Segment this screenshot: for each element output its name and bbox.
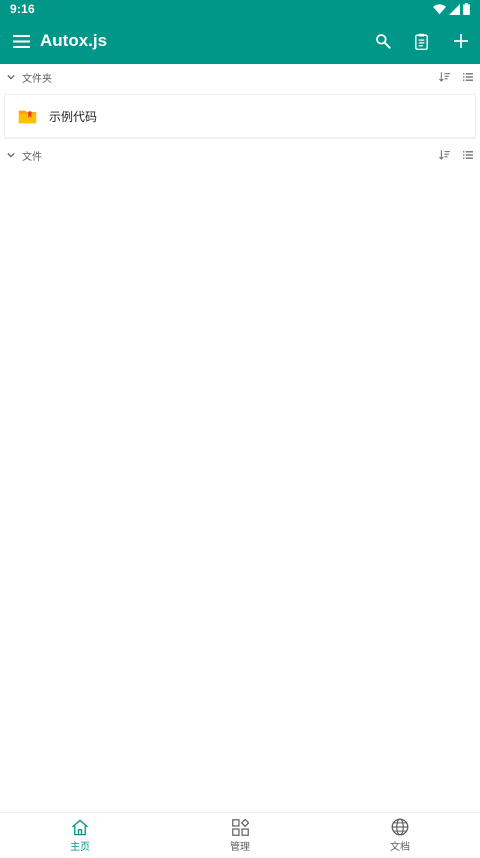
nav-item-manage[interactable]: 管理 [160,813,320,858]
list-view-button[interactable] [456,64,480,90]
bottom-nav: 主页 管理 文档 [0,812,480,858]
chevron-down-icon[interactable] [0,74,22,80]
section-header-folders[interactable]: 文件夹 [0,64,480,90]
add-button[interactable] [441,18,480,64]
battery-icon [463,3,470,15]
home-icon [72,819,88,835]
app-title: Autox.js [40,31,108,50]
add-icon [453,34,468,48]
status-bar: 9:16 [0,0,480,18]
grid-icon [231,818,249,836]
sort-icon [438,150,450,160]
sort-button[interactable] [432,142,456,168]
section-title: 文件 [22,151,42,163]
list-view-button[interactable] [456,142,480,168]
status-time: 9:16 [10,2,35,16]
clipboard-icon [415,33,428,50]
sort-icon [438,72,450,82]
globe-icon [391,818,409,836]
search-icon [375,34,391,49]
chevron-down-icon[interactable] [0,152,22,158]
section-header-files[interactable]: 文件 [0,142,480,168]
list-icon [463,151,473,159]
menu-icon [12,34,30,48]
folder-icon [5,109,49,124]
signal-icon [449,3,460,15]
nav-label: 主页 [70,841,90,853]
nav-label: 文档 [390,842,410,853]
sort-button[interactable] [432,64,456,90]
folder-name: 示例代码 [49,109,98,124]
status-icons [433,3,470,15]
list-icon [463,73,473,81]
wifi-icon [433,3,446,14]
nav-label: 管理 [230,841,250,853]
folder-item-sample-code[interactable]: 示例代码 [4,94,476,138]
app-bar: Autox.js [0,18,480,64]
search-button[interactable] [363,18,402,64]
app-actions [363,18,480,64]
clipboard-button[interactable] [402,18,441,64]
nav-item-home[interactable]: 主页 [0,813,160,858]
section-title: 文件夹 [22,73,52,85]
nav-item-docs[interactable]: 文档 [320,813,480,858]
menu-button[interactable] [0,18,42,64]
